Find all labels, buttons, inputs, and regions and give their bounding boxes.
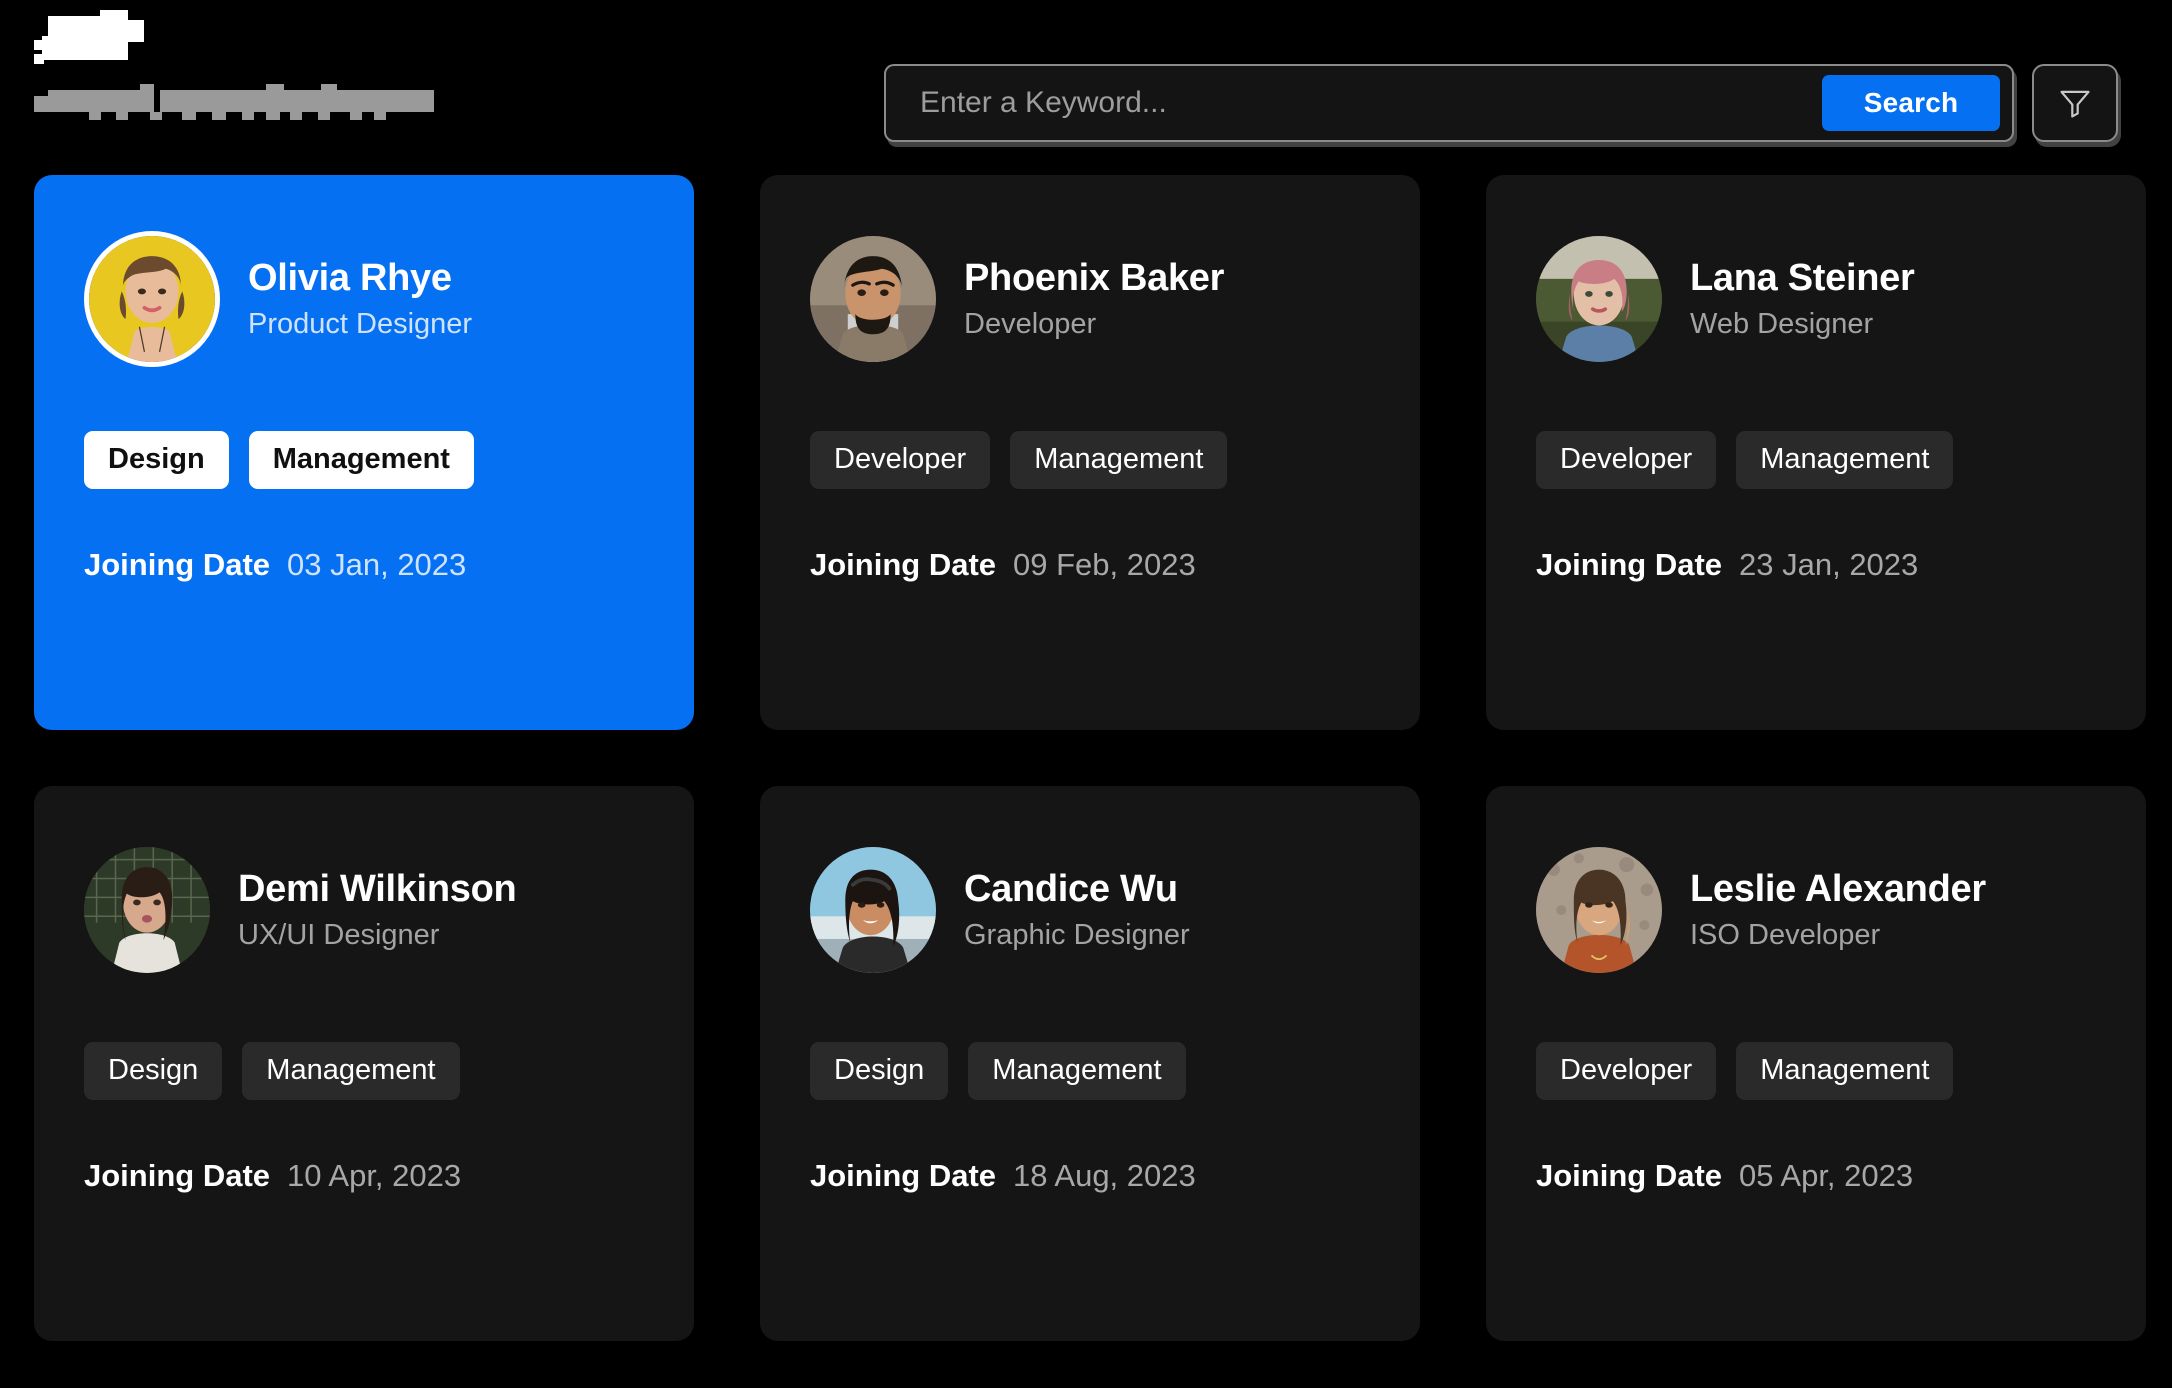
tag-chip[interactable]: Management [249,431,474,489]
card-header: Leslie Alexander ISO Developer [1536,836,2096,984]
filter-button[interactable] [2032,64,2118,142]
tag-chip[interactable]: Management [1736,1042,1953,1100]
joining-date-value: 09 Feb, 2023 [1013,547,1196,583]
joining-date-row: Joining Date 09 Feb, 2023 [810,547,1370,583]
person-name: Demi Wilkinson [238,870,516,910]
tag-chip[interactable]: Developer [810,431,990,489]
employee-card[interactable]: Lana Steiner Web Designer Developer Mana… [1486,175,2146,730]
search-box[interactable]: Search [884,64,2014,142]
search-input[interactable] [886,66,1822,140]
search-button[interactable]: Search [1822,75,2000,131]
joining-date-row: Joining Date 05 Apr, 2023 [1536,1158,2096,1194]
avatar [810,236,936,362]
identity: Olivia Rhye Product Designer [248,259,472,339]
tag-chip[interactable]: Management [1010,431,1227,489]
employee-card[interactable]: Leslie Alexander ISO Developer Developer… [1486,786,2146,1341]
person-role: Developer [964,309,1224,339]
tag-chip[interactable]: Design [810,1042,948,1100]
joining-date-label: Joining Date [84,547,270,583]
tag-chip[interactable]: Management [968,1042,1185,1100]
identity: Demi Wilkinson UX/UI Designer [238,870,516,950]
funnel-filter-icon [2056,84,2094,122]
tag-chip[interactable]: Developer [1536,1042,1716,1100]
employee-card-grid: Olivia Rhye Product Designer Design Mana… [34,175,2146,1341]
joining-date-value: 05 Apr, 2023 [1739,1158,1913,1194]
avatar [810,847,936,973]
joining-date-label: Joining Date [810,547,996,583]
person-name: Olivia Rhye [248,259,472,299]
tag-list: Developer Management [810,431,1370,489]
tag-list: Developer Management [1536,431,2096,489]
tag-list: Design Management [810,1042,1370,1100]
joining-date-label: Joining Date [1536,1158,1722,1194]
tag-list: Design Management [84,1042,644,1100]
search-zone: Search [884,64,2118,142]
joining-date-label: Joining Date [810,1158,996,1194]
person-role: UX/UI Designer [238,920,516,950]
identity: Phoenix Baker Developer [964,259,1224,339]
identity: Lana Steiner Web Designer [1690,259,1914,339]
redacted-subtitle-text [34,84,426,120]
person-name: Phoenix Baker [964,259,1224,299]
employee-card[interactable]: Olivia Rhye Product Designer Design Mana… [34,175,694,730]
brand-block [34,10,594,120]
redacted-logo-icon [34,10,152,62]
joining-date-row: Joining Date 10 Apr, 2023 [84,1158,644,1194]
tag-list: Design Management [84,431,644,489]
joining-date-row: Joining Date 03 Jan, 2023 [84,547,644,583]
person-role: Web Designer [1690,309,1914,339]
employee-card[interactable]: Demi Wilkinson UX/UI Designer Design Man… [34,786,694,1341]
person-name: Candice Wu [964,870,1190,910]
joining-date-label: Joining Date [1536,547,1722,583]
tag-chip[interactable]: Design [84,431,229,489]
joining-date-value: 03 Jan, 2023 [287,547,466,583]
avatar [1536,236,1662,362]
identity: Candice Wu Graphic Designer [964,870,1190,950]
avatar [84,231,220,367]
person-role: Product Designer [248,309,472,339]
employee-card[interactable]: Phoenix Baker Developer Developer Manage… [760,175,1420,730]
tag-chip[interactable]: Developer [1536,431,1716,489]
person-name: Leslie Alexander [1690,870,1986,910]
person-role: ISO Developer [1690,920,1986,950]
card-header: Olivia Rhye Product Designer [84,225,644,373]
joining-date-value: 10 Apr, 2023 [287,1158,461,1194]
page-header: Search [0,0,2172,168]
card-header: Phoenix Baker Developer [810,225,1370,373]
employee-directory-page: Search [0,0,2172,1388]
tag-chip[interactable]: Design [84,1042,222,1100]
joining-date-row: Joining Date 23 Jan, 2023 [1536,547,2096,583]
joining-date-value: 23 Jan, 2023 [1739,547,1918,583]
card-header: Candice Wu Graphic Designer [810,836,1370,984]
identity: Leslie Alexander ISO Developer [1690,870,1986,950]
employee-card[interactable]: Candice Wu Graphic Designer Design Manag… [760,786,1420,1341]
tag-chip[interactable]: Management [242,1042,459,1100]
card-header: Lana Steiner Web Designer [1536,225,2096,373]
person-role: Graphic Designer [964,920,1190,950]
card-header: Demi Wilkinson UX/UI Designer [84,836,644,984]
tag-chip[interactable]: Management [1736,431,1953,489]
person-name: Lana Steiner [1690,259,1914,299]
avatar [84,847,210,973]
joining-date-label: Joining Date [84,1158,270,1194]
joining-date-row: Joining Date 18 Aug, 2023 [810,1158,1370,1194]
joining-date-value: 18 Aug, 2023 [1013,1158,1196,1194]
tag-list: Developer Management [1536,1042,2096,1100]
avatar [1536,847,1662,973]
